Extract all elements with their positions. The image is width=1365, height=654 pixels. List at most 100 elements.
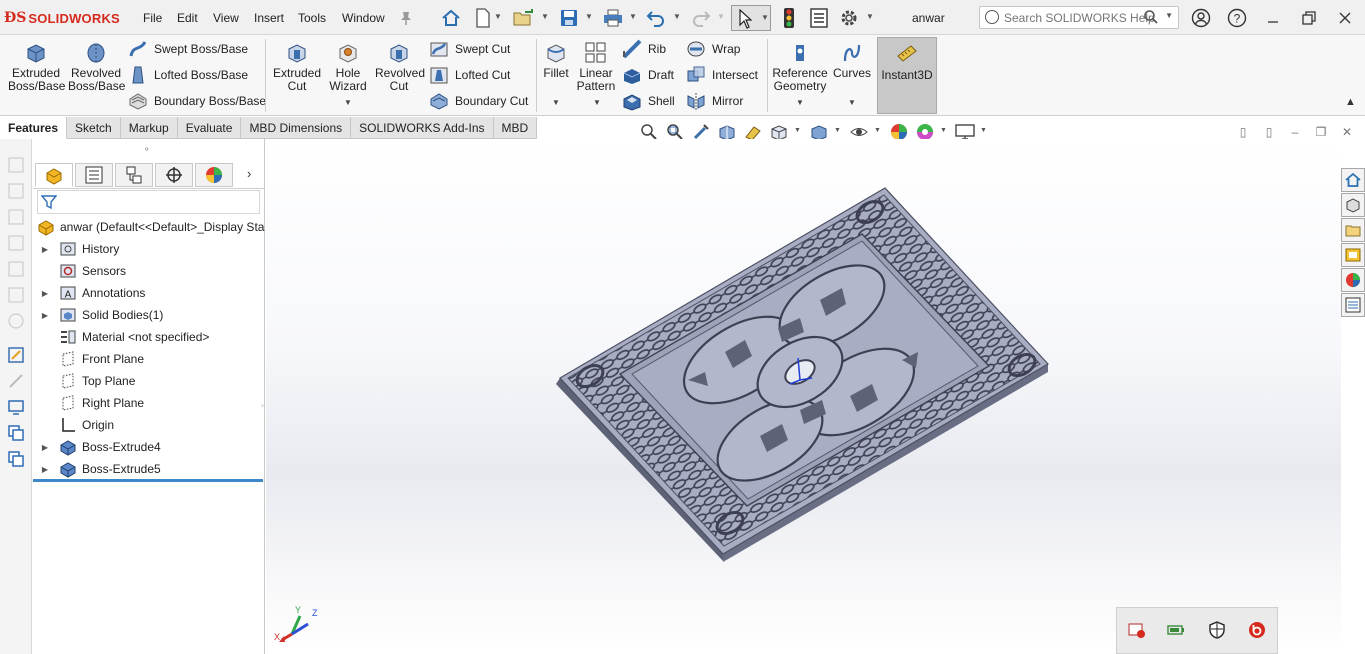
tab-feature-tree[interactable] (35, 163, 73, 187)
undo-icon[interactable] (645, 7, 667, 29)
rollback-bar[interactable] (33, 479, 263, 482)
strip-part-icon-1[interactable] (6, 155, 26, 175)
minimize-icon[interactable] (1260, 6, 1286, 30)
collapse-ribbon-icon[interactable]: ▲ (1345, 96, 1356, 108)
reference-triad[interactable]: X Y Z (274, 604, 324, 648)
strip-part-icon-7[interactable] (6, 311, 26, 331)
instant3d-button[interactable]: Instant3D (877, 37, 937, 114)
curves-button[interactable]: Curves (831, 39, 873, 80)
tab-mbd-dimensions[interactable]: MBD Dimensions (241, 117, 352, 139)
redo-icon[interactable] (690, 7, 712, 29)
apply-scene-dropdown-icon[interactable]: ▼ (940, 127, 947, 134)
strip-display-icon[interactable] (6, 397, 26, 417)
help-icon[interactable]: ? (1224, 6, 1250, 30)
expand-arrow-icon[interactable]: ▶ (39, 311, 51, 320)
save-icon[interactable] (558, 7, 580, 29)
restore-icon[interactable] (1296, 6, 1322, 30)
redo-dropdown-icon[interactable]: ▼ (717, 12, 725, 21)
tab-evaluate[interactable]: Evaluate (177, 117, 242, 139)
decorative-panel-model[interactable] (266, 139, 1341, 654)
expand-arrow-icon[interactable]: ▶ (39, 465, 51, 474)
tray-security-shield-icon[interactable] (1207, 620, 1227, 640)
strip-copy-icon[interactable] (6, 423, 26, 443)
feature-tree-filter[interactable] (37, 190, 260, 214)
tab-dimxpert-manager[interactable] (155, 163, 193, 187)
tree-item-material-not-specified[interactable]: Material <not specified> (33, 326, 265, 348)
strip-part-icon-4[interactable] (6, 233, 26, 253)
linear-pattern-button[interactable]: Linear Pattern (576, 39, 616, 93)
menu-view[interactable]: View (213, 11, 239, 25)
strip-paste-icon[interactable] (6, 449, 26, 469)
tree-item-boss-extrude5[interactable]: ▶ Boss-Extrude5 (33, 458, 265, 480)
strip-part-icon-2[interactable] (6, 181, 26, 201)
strip-part-icon-3[interactable] (6, 207, 26, 227)
tab-solidworks-add-ins[interactable]: SOLIDWORKS Add-Ins (351, 117, 494, 139)
swept-cut-button[interactable]: Swept Cut (429, 38, 510, 60)
task-pane-home-tab[interactable] (1341, 168, 1365, 192)
filter-icon[interactable] (41, 194, 57, 210)
print-icon[interactable] (602, 7, 624, 29)
draft-button[interactable]: Draft (622, 64, 674, 86)
file-properties-icon[interactable] (808, 7, 830, 29)
rib-button[interactable]: Rib (622, 38, 666, 60)
viewport-restore-icon[interactable]: ❐ (1312, 124, 1330, 140)
panel-splitter-handle[interactable]: ⚬ (143, 144, 151, 155)
tree-item-sensors[interactable]: Sensors (33, 260, 265, 282)
strip-part-icon-6[interactable] (6, 285, 26, 305)
reference-geometry-dropdown-icon[interactable]: ▼ (796, 98, 804, 107)
curves-dropdown-icon[interactable]: ▼ (848, 98, 856, 107)
hole-wizard-button[interactable]: Hole Wizard (325, 39, 371, 93)
tree-item-top-plane[interactable]: Top Plane (33, 370, 265, 392)
expand-arrow-icon[interactable]: ▶ (39, 289, 51, 298)
revolved-boss-button[interactable]: Revolved Boss/Base (66, 39, 126, 93)
revolved-cut-button[interactable]: Revolved Cut (373, 39, 425, 93)
lofted-cut-button[interactable]: Lofted Cut (429, 64, 510, 86)
save-dropdown-icon[interactable]: ▼ (585, 12, 593, 21)
open-document-icon[interactable] (513, 7, 535, 29)
tree-item-front-plane[interactable]: Front Plane (33, 348, 265, 370)
tab-markup[interactable]: Markup (120, 117, 178, 139)
tree-item-boss-extrude4[interactable]: ▶ Boss-Extrude4 (33, 436, 265, 458)
hide-show-dropdown-icon[interactable]: ▼ (874, 127, 881, 134)
tray-app-icon[interactable] (1127, 620, 1147, 640)
extruded-cut-button[interactable]: Extruded Cut (269, 39, 325, 93)
select-tool-button[interactable]: ▼ (731, 5, 771, 31)
lofted-boss-button[interactable]: Lofted Boss/Base (128, 64, 248, 86)
task-pane-file-explorer-tab[interactable] (1341, 218, 1365, 242)
menu-tools[interactable]: Tools (298, 11, 326, 25)
tab-sketch[interactable]: Sketch (67, 117, 121, 139)
new-document-icon[interactable] (472, 7, 494, 29)
select-dropdown-icon[interactable]: ▼ (761, 13, 769, 22)
options-dropdown-icon[interactable]: ▼ (866, 12, 874, 21)
menu-window[interactable]: Window (342, 11, 385, 25)
tree-item-solid-bodies-1[interactable]: ▶ Solid Bodies(1) (33, 304, 265, 326)
menu-insert[interactable]: Insert (254, 11, 284, 25)
viewport-minimize-icon[interactable]: – (1286, 124, 1304, 140)
print-dropdown-icon[interactable]: ▼ (629, 12, 637, 21)
tree-item-history[interactable]: ▶ History (33, 238, 265, 260)
fillet-dropdown-icon[interactable]: ▼ (552, 98, 560, 107)
search-input[interactable] (1004, 9, 1154, 26)
tab-display-manager[interactable] (195, 163, 233, 187)
undo-dropdown-icon[interactable]: ▼ (673, 12, 681, 21)
search-box[interactable]: ▼ (979, 6, 1179, 29)
tree-item-origin[interactable]: Origin (33, 414, 265, 436)
tab-features[interactable]: Features (0, 117, 68, 139)
tab-configuration-manager[interactable] (115, 163, 153, 187)
boundary-cut-button[interactable]: Boundary Cut (429, 90, 528, 112)
mirror-button[interactable]: Mirror (686, 90, 743, 112)
view-settings-dropdown-icon[interactable]: ▼ (980, 127, 987, 134)
menu-file[interactable]: File (143, 11, 162, 25)
task-pane-appearances-tab[interactable] (1341, 268, 1365, 292)
strip-smart-dimension-icon[interactable] (6, 371, 26, 391)
linear-pattern-dropdown-icon[interactable]: ▼ (593, 98, 601, 107)
shell-button[interactable]: Shell (622, 90, 675, 112)
tray-battery-icon[interactable] (1167, 620, 1187, 640)
tree-item-annotations[interactable]: ▶ A Annotations (33, 282, 265, 304)
home-icon[interactable] (440, 7, 462, 29)
open-dropdown-icon[interactable]: ▼ (541, 12, 549, 21)
swept-boss-button[interactable]: Swept Boss/Base (128, 38, 248, 60)
tab-property-manager[interactable] (75, 163, 113, 187)
display-style-dropdown-icon[interactable]: ▼ (834, 127, 841, 134)
fillet-button[interactable]: Fillet (540, 39, 572, 80)
